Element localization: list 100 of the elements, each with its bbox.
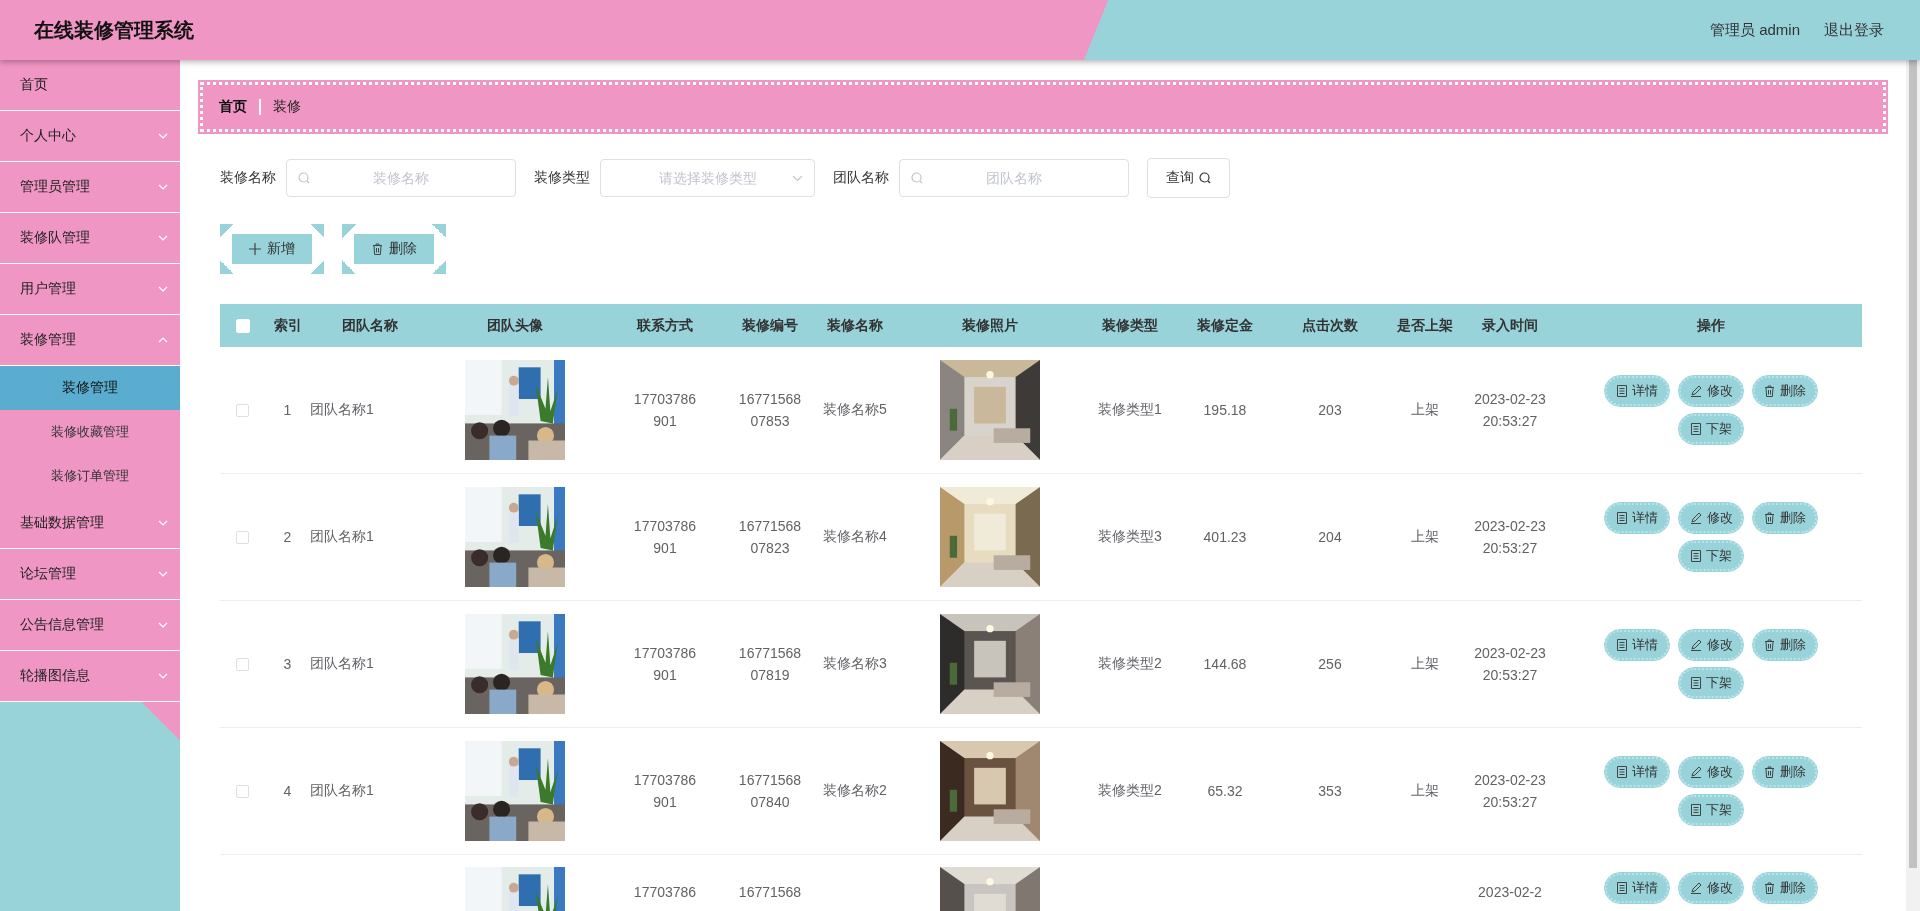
- table-cell-text: 1677156807819: [737, 644, 803, 685]
- checkbox[interactable]: [236, 530, 249, 544]
- column-header: 装修编号: [741, 316, 799, 335]
- table-cell: 装修类型2: [1098, 782, 1162, 800]
- table-cell: 装修类型2: [1098, 655, 1162, 673]
- table-cell: 203: [1318, 402, 1342, 418]
- table-cell: 团队名称1: [310, 528, 374, 546]
- detail-button[interactable]: 下架: [1679, 541, 1743, 571]
- search-icon: [1199, 172, 1211, 184]
- document-icon: [1690, 677, 1701, 689]
- delete-button[interactable]: 删除: [1753, 757, 1817, 787]
- detail-button[interactable]: 详情: [1605, 376, 1669, 406]
- table-cell-text: 2023-02-23 20:53:27: [1474, 644, 1546, 685]
- column-header: 装修定金: [1196, 316, 1254, 335]
- document-icon: [1616, 882, 1627, 894]
- pencil-icon: [1689, 512, 1702, 524]
- sidebar-item[interactable]: 公告信息管理: [0, 600, 180, 651]
- table-cell-text: 2023-02-23 20:53:27: [1474, 390, 1546, 431]
- table-cell: 353: [1318, 783, 1342, 799]
- search-field[interactable]: 团队名称: [899, 159, 1129, 197]
- table-cell: 195.18: [1203, 402, 1247, 418]
- table-cell-text: 2023-02-23 20:53:27: [1474, 771, 1546, 812]
- detail-button[interactable]: 下架: [1679, 668, 1743, 698]
- column-header: 装修名称: [826, 316, 884, 335]
- pencil-icon: [1689, 882, 1702, 894]
- detail-button[interactable]: 详情: [1605, 503, 1669, 533]
- table-cell: 3: [283, 656, 292, 672]
- table-cell: 上架: [1411, 401, 1439, 419]
- chevron-icon: [158, 133, 168, 139]
- checkbox[interactable]: [236, 784, 249, 798]
- sidebar-item[interactable]: 轮播图信息: [0, 651, 180, 702]
- detail-button[interactable]: 详情: [1605, 630, 1669, 660]
- chevron-icon: [158, 235, 168, 241]
- app-title: 在线装修管理系统: [34, 17, 194, 43]
- table-cell: 204: [1318, 529, 1342, 545]
- chevron-icon: [158, 622, 168, 628]
- document-icon: [1616, 639, 1627, 651]
- document-icon: [1616, 385, 1627, 397]
- add-button[interactable]: 新增: [220, 224, 324, 274]
- edit-button[interactable]: 修改: [1679, 630, 1743, 660]
- field-label: 团队名称: [833, 169, 889, 187]
- edit-button[interactable]: 修改: [1679, 757, 1743, 787]
- detail-button[interactable]: 下架: [1679, 414, 1743, 444]
- breadcrumb-link[interactable]: 装修: [273, 98, 301, 116]
- table-cell: 团队名称1: [310, 655, 374, 673]
- table-cell-text: 17703786: [632, 883, 698, 902]
- detail-button[interactable]: 详情: [1605, 757, 1669, 787]
- edit-button[interactable]: 修改: [1679, 873, 1743, 903]
- detail-button[interactable]: 下架: [1679, 795, 1743, 825]
- table-cell-text: 16771568: [737, 883, 803, 902]
- scrollbar[interactable]: [1906, 60, 1920, 911]
- column-header: 团队名称: [341, 316, 399, 335]
- edit-button[interactable]: 修改: [1679, 376, 1743, 406]
- query-button[interactable]: 查询: [1147, 158, 1230, 198]
- delete-button[interactable]: 删除: [1753, 376, 1817, 406]
- detail-button[interactable]: 详情: [1605, 873, 1669, 903]
- delete-button[interactable]: 删除: [1753, 630, 1817, 660]
- chevron-icon: [158, 673, 168, 679]
- table-cell: 团队名称1: [310, 401, 374, 419]
- document-icon: [1690, 550, 1701, 562]
- table-cell: 装修类型1: [1098, 401, 1162, 419]
- column-header: 索引: [272, 316, 303, 335]
- edit-button[interactable]: 修改: [1679, 503, 1743, 533]
- document-icon: [1616, 512, 1627, 524]
- delete-button[interactable]: 删除: [1753, 503, 1817, 533]
- sidebar-subitem[interactable]: 装修管理: [0, 366, 180, 410]
- pencil-icon: [1689, 385, 1702, 397]
- table-cell: 装修名称4: [823, 528, 887, 546]
- trash-icon: [1764, 882, 1775, 894]
- table-cell: 装修名称5: [823, 401, 887, 419]
- table-cell-text: 1677156807853: [737, 390, 803, 431]
- table-cell: 401.23: [1203, 529, 1247, 545]
- logout-link[interactable]: 退出登录: [1824, 20, 1884, 40]
- delete-button[interactable]: 删除: [1753, 873, 1817, 903]
- search-field[interactable]: 装修名称: [286, 159, 516, 197]
- checkbox[interactable]: [236, 403, 249, 417]
- table-cell: 上架: [1411, 655, 1439, 673]
- trash-icon: [1764, 766, 1775, 778]
- table-cell-text: 17703786901: [632, 644, 698, 685]
- table-cell: 团队名称1: [310, 782, 374, 800]
- plus-icon: [249, 243, 261, 255]
- table-cell: 上架: [1411, 528, 1439, 546]
- table-cell: 144.68: [1203, 656, 1247, 672]
- table-cell: 装修类型3: [1098, 528, 1162, 546]
- column-header: 团队头像: [486, 316, 544, 335]
- select-field[interactable]: 请选择装修类型: [600, 159, 815, 197]
- column-header: 操作: [1696, 316, 1726, 335]
- checkbox[interactable]: [236, 657, 249, 671]
- table-cell: 1: [283, 402, 292, 418]
- delete-button[interactable]: 删除: [342, 224, 446, 274]
- table-cell: 装修名称3: [823, 655, 887, 673]
- table-cell-text: 2023-02-23 20:53:27: [1474, 517, 1546, 558]
- chevron-icon: [158, 520, 168, 526]
- pencil-icon: [1689, 639, 1702, 651]
- document-icon: [1616, 766, 1627, 778]
- table-cell: 2: [283, 529, 292, 545]
- breadcrumb-link[interactable]: 首页: [219, 98, 247, 116]
- chevron-icon: [158, 184, 168, 190]
- column-header: 联系方式: [635, 316, 694, 335]
- table-cell-text: 17703786901: [632, 390, 698, 431]
